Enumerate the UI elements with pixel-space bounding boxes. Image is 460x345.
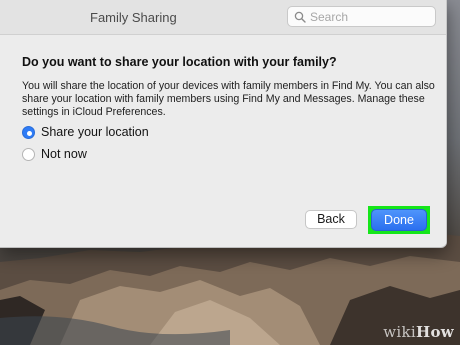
done-button[interactable]: Done [371,209,427,231]
window-titlebar: Family Sharing Search [0,0,446,35]
watermark-part1: wiki [383,323,416,341]
back-button[interactable]: Back [305,210,357,229]
share-location-sheet: Do you want to share your location with … [8,38,446,244]
search-field[interactable]: Search [287,6,436,27]
watermark-part2: How [416,323,454,341]
family-sharing-window: Family Sharing Search Do you want to sha… [0,0,447,248]
option-share-location[interactable]: Share your location [22,124,149,140]
dialog-heading: Do you want to share your location with … [22,55,337,69]
option-label: Share your location [41,125,149,139]
option-not-now[interactable]: Not now [22,146,87,162]
window-title: Family Sharing [90,10,177,25]
wikihow-watermark: wikiHow [383,323,454,341]
radio-button-selected[interactable] [22,125,35,139]
search-icon [294,10,306,28]
search-placeholder: Search [310,10,349,24]
dialog-description: You will share the location of your devi… [22,80,435,118]
radio-button[interactable] [22,147,35,161]
option-label: Not now [41,147,87,161]
